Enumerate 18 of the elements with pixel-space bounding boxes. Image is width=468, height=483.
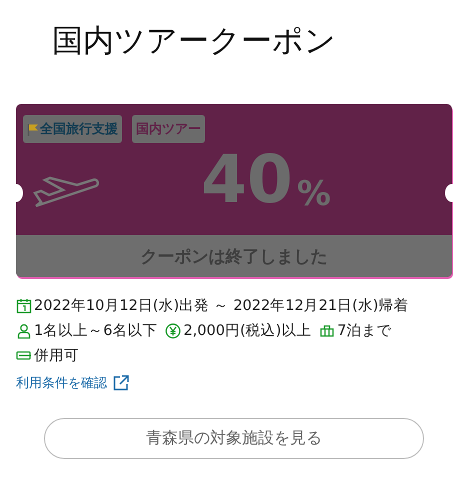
yen-icon [165, 322, 182, 338]
category-tag: 全国旅行支援 [23, 115, 122, 143]
condition-text: 7泊まで [337, 322, 392, 340]
condition-text: 2022年10月12日(水)出発 ～ 2022年12月21日(水)帰着 [34, 296, 408, 315]
bag-icon [319, 322, 336, 338]
terms-link[interactable]: 利用条件を確認 [16, 374, 129, 392]
page-title: 国内ツアークーポン [52, 22, 337, 61]
condition-text: 2,000円(税込)以上 [183, 322, 312, 340]
calendar-icon [16, 298, 32, 314]
category-tag: 国内ツアー [132, 115, 205, 143]
external-link-icon [113, 375, 129, 391]
condition-text: 併用可 [34, 347, 79, 365]
flag-icon [27, 122, 40, 136]
condition-text: 1名以上～6名以下 [34, 322, 158, 340]
discount-value: 40 [201, 147, 293, 213]
percent-sign: % [296, 176, 331, 213]
view-facilities-button[interactable]: 青森県の対象施設を見る [44, 418, 424, 459]
person-icon [16, 322, 32, 338]
